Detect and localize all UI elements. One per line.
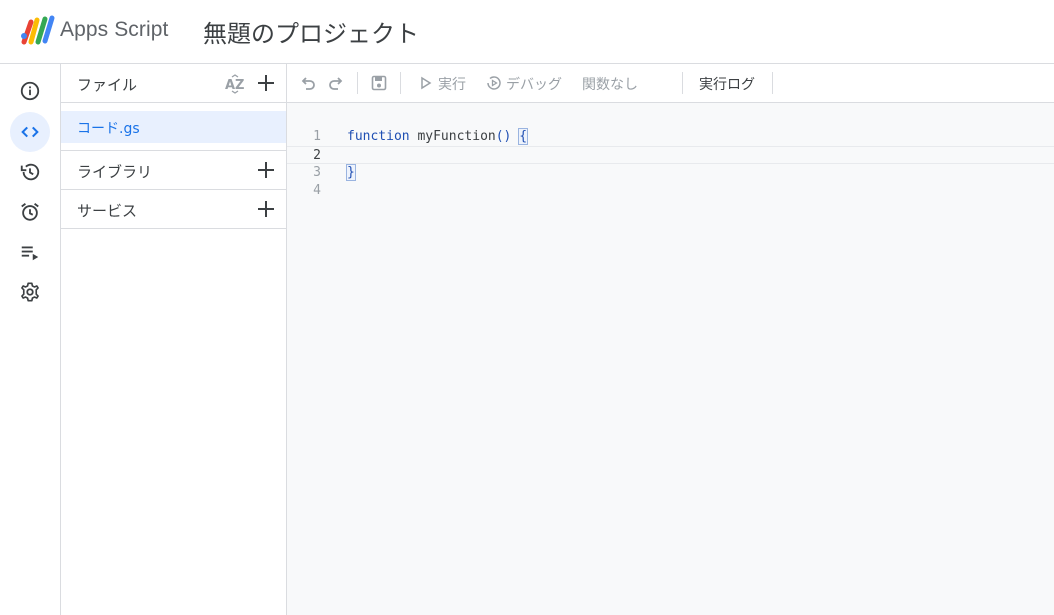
toolbar-divider [400, 72, 401, 94]
line-number: 4 [313, 183, 321, 198]
line-number: 2 [313, 148, 321, 163]
file-item-code-gs[interactable]: コード.gs [61, 111, 286, 143]
gear-icon [21, 282, 39, 302]
services-label: サービス [77, 202, 138, 220]
sort-az-icon[interactable]: AZ [224, 74, 246, 94]
run-button[interactable]: 実行 [438, 74, 466, 94]
executions-button[interactable] [10, 232, 50, 272]
project-history-button[interactable] [10, 152, 50, 192]
project-title[interactable]: 無題のプロジェクト [203, 14, 419, 49]
code-line[interactable]: 1 function myFunction() { [287, 128, 1054, 146]
save-icon[interactable] [370, 74, 388, 92]
editor-toolbar: 実行 デバッグ 関数なし 実行ログ [287, 64, 1054, 103]
code-icon [21, 126, 39, 138]
files-panel: ファイル AZ コード.gs ライブラリ サービス [61, 64, 287, 615]
add-service-icon[interactable] [256, 199, 276, 219]
apps-script-logo-icon[interactable] [20, 14, 56, 46]
services-section-header: サービス [61, 190, 286, 229]
libraries-label: ライブラリ [77, 163, 153, 181]
project-settings-button[interactable] [10, 272, 50, 312]
app-header: Apps Script 無題のプロジェクト [0, 0, 1054, 64]
line-number: 1 [313, 129, 321, 144]
code-keyword: function [347, 129, 410, 144]
redo-icon[interactable] [327, 74, 345, 92]
playlist-icon [21, 246, 39, 261]
files-section-header: ファイル AZ [61, 64, 286, 103]
libraries-section-header: ライブラリ [61, 150, 286, 190]
toolbar-divider [682, 72, 683, 94]
play-icon [421, 76, 432, 90]
history-icon [20, 163, 40, 181]
files-label: ファイル [77, 76, 138, 94]
code-editor[interactable]: 1 function myFunction() { 2 3 } 4 [287, 103, 1054, 615]
code-line[interactable]: 4 [287, 182, 1054, 200]
code-open-brace: { [518, 128, 529, 145]
function-select[interactable]: 関数なし [582, 74, 638, 94]
navigation-rail [0, 64, 61, 615]
add-file-icon[interactable] [256, 73, 276, 93]
code-line[interactable]: 3 } [287, 164, 1054, 182]
toolbar-divider [357, 72, 358, 94]
app-name[interactable]: Apps Script [60, 18, 168, 42]
alarm-icon [21, 203, 39, 221]
add-library-icon[interactable] [256, 160, 276, 180]
execution-log-button[interactable]: 実行ログ [699, 74, 755, 94]
code-function-name: myFunction [409, 129, 496, 144]
file-name: コード.gs [77, 121, 140, 137]
code-line-current[interactable]: 2 [287, 146, 1054, 164]
toolbar-divider [772, 72, 773, 94]
debug-icon [487, 76, 501, 90]
line-number: 3 [313, 165, 321, 180]
triggers-button[interactable] [10, 192, 50, 232]
undo-icon[interactable] [299, 74, 317, 92]
svg-text:AZ: AZ [225, 78, 245, 93]
editor-button[interactable] [10, 112, 50, 152]
overview-button[interactable] [10, 71, 50, 111]
info-icon [20, 81, 40, 101]
code-close-brace: } [346, 164, 356, 181]
code-parens: () [495, 129, 512, 144]
debug-button[interactable]: デバッグ [506, 74, 562, 94]
